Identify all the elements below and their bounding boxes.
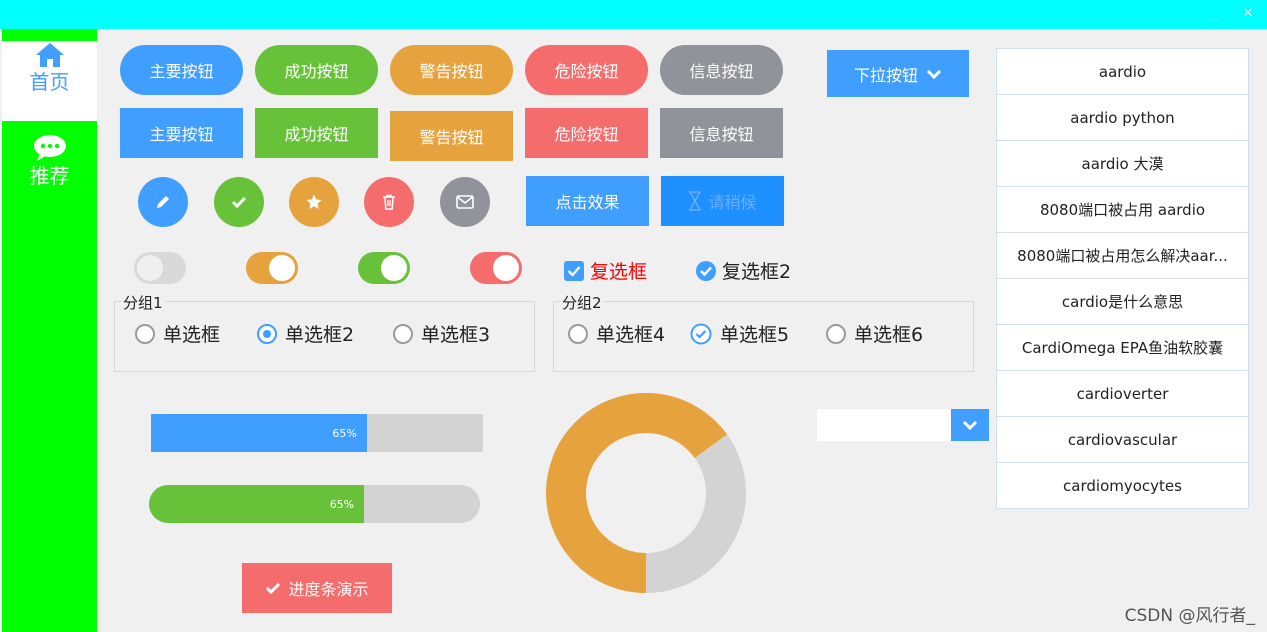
click-effect-button[interactable]: 点击效果 [526, 176, 649, 226]
progress-ring [546, 393, 746, 593]
title-bar [0, 0, 1267, 29]
radio-option-selected[interactable]: 单选框2 [257, 320, 354, 347]
warning-pill-button[interactable]: 警告按钮 [390, 45, 513, 95]
sidebar-item-label: 推荐 [29, 164, 70, 188]
watermark: CSDN @风行者_ [1124, 606, 1255, 626]
check-icon [231, 196, 247, 209]
progress-bar-square: 65% [151, 414, 483, 452]
edit-button[interactable] [138, 177, 188, 227]
loading-label: 请稍候 [708, 193, 757, 212]
radio-unchecked-icon [826, 323, 846, 344]
radio-unchecked-icon [135, 323, 155, 344]
toggle-knob [381, 255, 407, 281]
combo-box[interactable] [817, 409, 989, 441]
progress-bar-rounded: 65% [149, 485, 480, 523]
progress-text: 65% [329, 497, 355, 511]
checkbox-round-checked-icon [696, 260, 716, 281]
loading-button[interactable]: 请稍候 [661, 176, 784, 226]
toggle-knob [137, 255, 163, 281]
radio-label: 单选框 [163, 324, 221, 346]
chevron-down-icon [926, 69, 942, 79]
mail-button[interactable] [440, 177, 490, 227]
combo-dropdown-button[interactable] [951, 409, 989, 441]
progress-fill: 65% [151, 414, 367, 452]
radio-unchecked-icon [393, 323, 413, 344]
toggle-knob [269, 255, 295, 281]
primary-pill-button[interactable]: 主要按钮 [120, 45, 243, 95]
success-pill-button[interactable]: 成功按钮 [255, 45, 378, 95]
checkbox-checked-icon [564, 260, 584, 281]
star-icon [306, 194, 322, 209]
trash-icon [383, 194, 395, 210]
minimize-button[interactable]: _ [1205, 4, 1225, 24]
favorite-button[interactable] [289, 177, 339, 227]
info-pill-button[interactable]: 信息按钮 [660, 45, 783, 95]
sidebar-item-label: 首页 [29, 70, 70, 94]
radio-label: 单选框2 [285, 324, 355, 346]
toggle-switch-warning[interactable] [246, 252, 298, 284]
radio-unchecked-icon [568, 323, 588, 344]
check-icon [266, 582, 281, 595]
chevron-down-icon [962, 420, 978, 431]
danger-square-button[interactable]: 危险按钮 [525, 108, 648, 158]
list-item[interactable]: aardio [997, 49, 1248, 95]
progress-demo-button[interactable]: 进度条演示 [242, 563, 392, 613]
toggle-knob [493, 255, 519, 281]
radio-option[interactable]: 单选框 [135, 320, 220, 347]
group-title: 分组1 [121, 292, 165, 313]
progress-text: 65% [332, 426, 357, 440]
group-title: 分组2 [560, 292, 604, 313]
radio-option[interactable]: 单选框4 [568, 320, 665, 347]
dropdown-button[interactable]: 下拉按钮 [827, 50, 969, 97]
dropdown-button-label: 下拉按钮 [853, 65, 918, 85]
danger-pill-button[interactable]: 危险按钮 [525, 45, 648, 95]
hourglass-icon [689, 191, 702, 211]
confirm-button[interactable] [214, 177, 264, 227]
radio-label: 单选框3 [421, 324, 491, 346]
sidebar-item-recommend[interactable]: 推荐 [2, 133, 97, 213]
primary-square-button[interactable]: 主要按钮 [120, 108, 243, 158]
warning-square-button[interactable]: 警告按钮 [390, 111, 513, 161]
delete-button[interactable] [364, 177, 414, 227]
progress-fill: 65% [149, 485, 365, 523]
radio-option[interactable]: 单选框3 [393, 320, 490, 347]
checkbox-2[interactable]: 复选框2 [695, 257, 791, 284]
progress-demo-label: 进度条演示 [288, 580, 369, 599]
radio-label: 单选框5 [720, 324, 790, 346]
info-square-button[interactable]: 信息按钮 [660, 108, 783, 158]
toggle-switch-success[interactable] [358, 252, 410, 284]
list-item[interactable]: cardioverter [997, 371, 1248, 417]
list-item[interactable]: cardiovascular [997, 417, 1248, 463]
sidebar: 首页 推荐 [2, 29, 97, 632]
list-item[interactable]: 8080端口被占用 aardio [997, 187, 1248, 233]
radio-label: 单选框4 [596, 324, 666, 346]
list-item[interactable]: aardio 大漠 [997, 141, 1248, 187]
checkbox-label: 复选框2 [722, 261, 792, 283]
toggle-switch-off[interactable] [134, 252, 186, 284]
list-item[interactable]: CardiOmega EPA鱼油软胶囊 [997, 325, 1248, 371]
radio-option-selected[interactable]: 单选框5 [690, 320, 789, 347]
edit-icon [157, 196, 169, 208]
list-item[interactable]: cardiomyocytes [997, 463, 1248, 508]
success-square-button[interactable]: 成功按钮 [255, 108, 378, 158]
home-icon [35, 43, 64, 67]
checkbox-label: 复选框 [590, 261, 648, 283]
radio-checkmark-icon [690, 323, 712, 344]
checkbox-1[interactable]: 复选框 [564, 257, 647, 284]
suggestion-list: aardio aardio python aardio 大漠 8080端口被占用… [996, 48, 1249, 509]
toggle-switch-danger[interactable] [470, 252, 522, 284]
list-item[interactable]: 8080端口被占用怎么解决aar... [997, 233, 1248, 279]
list-item[interactable]: cardio是什么意思 [997, 279, 1248, 325]
sidebar-item-home[interactable]: 首页 [2, 41, 97, 121]
close-button[interactable]: ✕ [1238, 4, 1258, 24]
chat-icon [33, 135, 66, 161]
list-item[interactable]: aardio python [997, 95, 1248, 141]
radio-option[interactable]: 单选框6 [826, 320, 923, 347]
mail-icon [456, 195, 474, 209]
radio-label: 单选框6 [854, 324, 924, 346]
radio-checked-icon [257, 323, 277, 344]
